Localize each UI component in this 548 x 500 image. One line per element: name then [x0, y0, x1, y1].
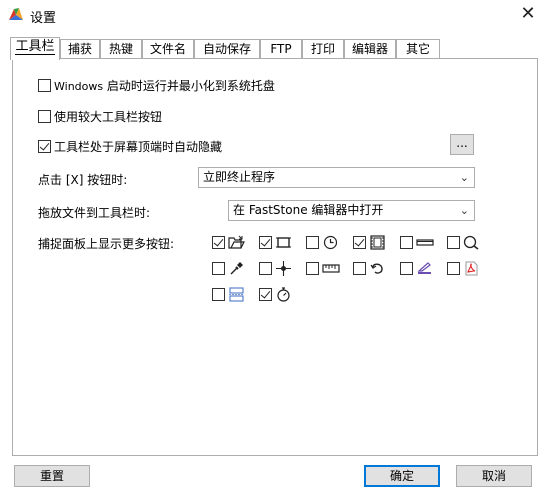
- drop-action-value: 在 FastStone 编辑器中打开: [233, 203, 384, 217]
- open-folder-icon: [228, 235, 245, 249]
- chevron-down-icon: ⌄: [459, 171, 469, 184]
- magnifier-checkbox[interactable]: [447, 235, 460, 249]
- crosshair-checkbox[interactable]: [259, 261, 272, 275]
- app-logo-icon: [9, 8, 23, 20]
- capture-option-color-picker[interactable]: [212, 259, 252, 277]
- option-large-buttons[interactable]: 使用较大工具栏按钮: [38, 107, 162, 125]
- split-checkbox[interactable]: [212, 287, 225, 301]
- color-picker-icon: [230, 261, 243, 274]
- video-checkbox[interactable]: [353, 235, 366, 249]
- capture-region-icon: [276, 236, 291, 248]
- tab-label: 工具栏: [15, 39, 55, 55]
- capture-option-split[interactable]: [212, 285, 252, 303]
- option-run-minimized[interactable]: Windows 启动时运行并最小化到系统托盘: [38, 76, 275, 94]
- drop-action-label: 拖放文件到工具栏时:: [38, 206, 151, 220]
- autohide-label: 工具栏处于屏幕顶端时自动隐藏: [54, 139, 223, 154]
- option-text: 启动时运行并最小化到系统托盘: [103, 78, 275, 93]
- tab-filename[interactable]: 文件名: [142, 39, 194, 59]
- capture-option-region[interactable]: [259, 233, 299, 251]
- capture-option-undo[interactable]: [353, 259, 393, 277]
- capture-option-scanner[interactable]: [400, 259, 440, 277]
- reset-button[interactable]: 重置: [14, 465, 90, 487]
- option-prefix: Windows: [54, 79, 104, 93]
- capture-option-pdf[interactable]: [447, 259, 487, 277]
- bar-checkbox[interactable]: [400, 235, 413, 249]
- open-checkbox[interactable]: [212, 235, 225, 249]
- rectangle-bar-icon: [416, 238, 434, 246]
- large-buttons-label: 使用较大工具栏按钮: [54, 109, 163, 124]
- capture-option-crosshair[interactable]: [259, 259, 299, 277]
- capture-option-timer[interactable]: [259, 285, 299, 303]
- chevron-down-icon: ⌄: [459, 204, 469, 217]
- delay-clock-icon: [323, 235, 338, 249]
- capture-option-bar[interactable]: [400, 233, 440, 251]
- large-buttons-checkbox[interactable]: [38, 109, 51, 123]
- timer-checkbox[interactable]: [259, 287, 272, 301]
- timer-icon: [277, 286, 290, 302]
- undo-curve-icon: [370, 263, 383, 274]
- capture-option-ruler[interactable]: [306, 259, 346, 277]
- ruler-icon: [322, 263, 340, 273]
- close-action-value: 立即终止程序: [203, 170, 276, 184]
- tab-other[interactable]: 其它: [396, 39, 440, 59]
- option-autohide[interactable]: 工具栏处于屏幕顶端时自动隐藏: [38, 137, 222, 155]
- region-checkbox[interactable]: [259, 235, 272, 249]
- split-screen-icon: [229, 286, 244, 302]
- tab-print[interactable]: 打印: [302, 39, 344, 59]
- video-film-icon: [370, 234, 385, 250]
- capture-option-video[interactable]: [353, 233, 393, 251]
- pdf-checkbox[interactable]: [447, 261, 460, 275]
- run-minimized-checkbox[interactable]: [38, 78, 51, 92]
- scanner-icon: [417, 261, 431, 274]
- delay-checkbox[interactable]: [306, 235, 319, 249]
- autohide-settings-button[interactable]: ...: [450, 134, 474, 155]
- tab-hotkeys[interactable]: 热键: [100, 39, 142, 59]
- drop-action-select[interactable]: 在 FastStone 编辑器中打开 ⌄: [228, 200, 475, 221]
- tab-autosave[interactable]: 自动保存: [194, 39, 260, 59]
- tab-ftp[interactable]: FTP: [260, 39, 302, 59]
- pdf-icon: [465, 261, 478, 275]
- capture-buttons-grid: [212, 233, 502, 303]
- tab-toolbar[interactable]: 工具栏: [10, 37, 60, 60]
- close-action-select[interactable]: 立即终止程序 ⌄: [198, 167, 475, 188]
- capture-option-delay[interactable]: [306, 233, 346, 251]
- tab-editor[interactable]: 编辑器: [344, 39, 396, 59]
- ok-button[interactable]: 确定: [364, 465, 440, 487]
- capture-panel-label: 捕捉面板上显示更多按钮:: [38, 237, 175, 251]
- tab-capture[interactable]: 捕获: [60, 39, 100, 59]
- autohide-checkbox[interactable]: [38, 139, 51, 153]
- crosshair-icon: [276, 260, 291, 276]
- window-title: 设置: [30, 11, 57, 26]
- scanner-checkbox[interactable]: [400, 261, 413, 275]
- undo-checkbox[interactable]: [353, 261, 366, 275]
- title-bar: 设置 ✕: [0, 0, 548, 30]
- ruler-checkbox[interactable]: [306, 261, 319, 275]
- magnifier-icon: [463, 235, 479, 250]
- close-icon[interactable]: ✕: [516, 3, 540, 27]
- color-picker-checkbox[interactable]: [212, 261, 225, 275]
- close-action-label: 点击 [X] 按钮时:: [38, 173, 128, 187]
- capture-option-magnifier[interactable]: [447, 233, 487, 251]
- capture-option-open[interactable]: [212, 233, 252, 251]
- cancel-button[interactable]: 取消: [456, 465, 532, 487]
